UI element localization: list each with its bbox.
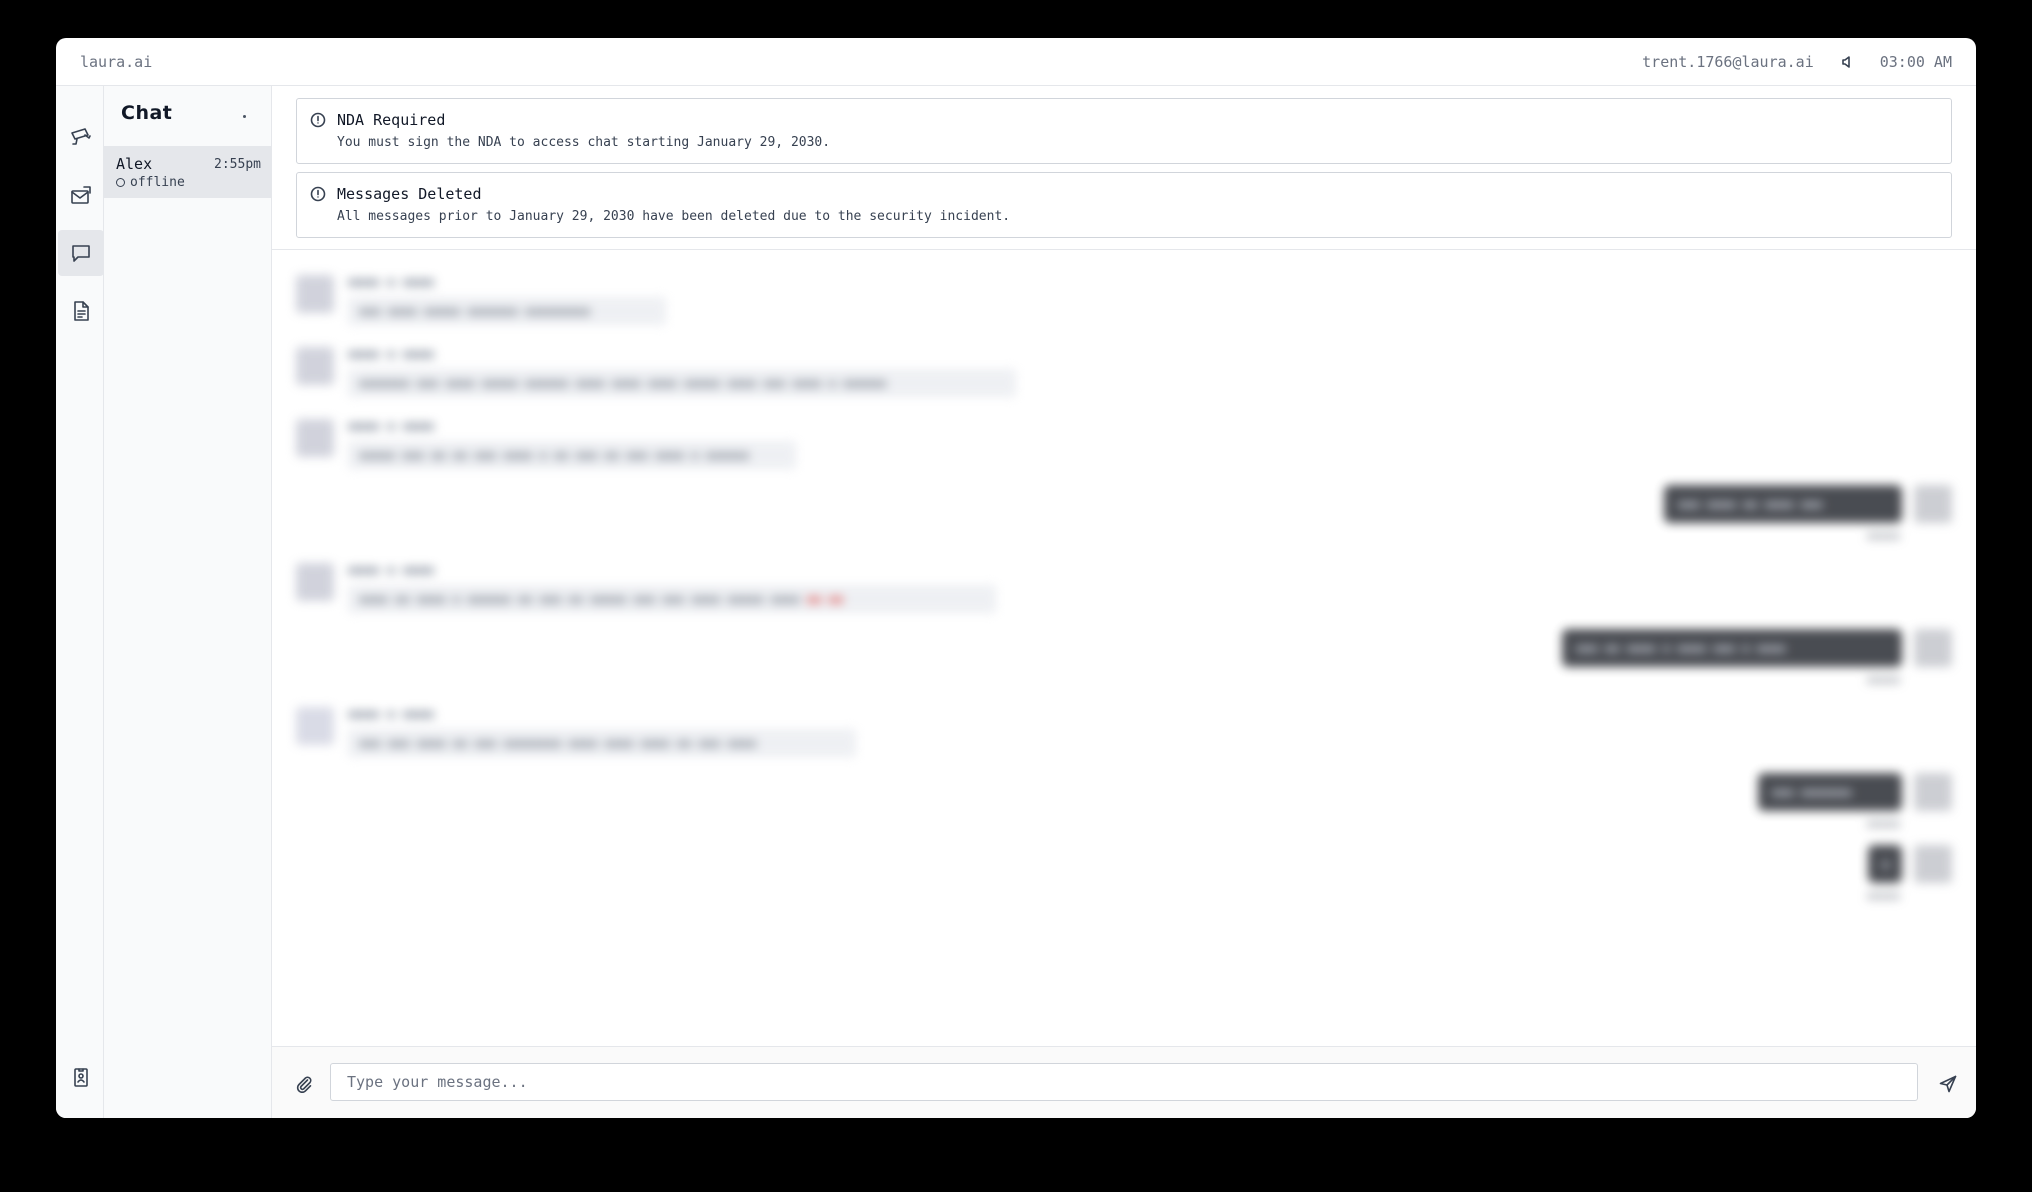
notice-nda: NDA Required You must sign the NDA to ac… xyxy=(296,98,1952,164)
contact-status-label: offline xyxy=(130,175,185,190)
message-outgoing: ■ ■■■■■ xyxy=(1832,845,1952,915)
badge-icon xyxy=(74,1068,88,1087)
avatar xyxy=(1914,845,1952,883)
contact-time: 2:55pm xyxy=(214,157,261,172)
avatar xyxy=(296,707,334,745)
avatar xyxy=(1914,773,1952,811)
paperclip-icon[interactable] xyxy=(294,1074,314,1094)
notices-area: NDA Required You must sign the NDA to ac… xyxy=(272,86,1976,250)
contact-item-alex[interactable]: Alex 2:55pm offline xyxy=(104,146,272,198)
message-incoming: ■■■■ ■ ■■■■ ■■■■ ■■ ■■■■ ■ ■■■■■■ ■■ ■■■… xyxy=(296,563,1036,623)
info-circle-icon xyxy=(310,186,326,202)
app-window: laura.ai trent.1766@laura.ai 03:00 AM Ch… xyxy=(56,38,1976,1118)
icon-rail xyxy=(56,86,104,1118)
chat-main: NDA Required You must sign the NDA to ac… xyxy=(272,86,1976,1118)
camera-icon xyxy=(71,128,91,145)
avatar xyxy=(296,347,334,385)
clock: 03:00 AM xyxy=(1879,52,1952,71)
mail-icon xyxy=(71,186,91,204)
rail-item-badge[interactable] xyxy=(58,1054,104,1100)
message-incoming: ■■■■ ■ ■■■■ ■■■■■■■ ■■■ ■■■■ ■■■■■ ■■■■■… xyxy=(296,347,1056,407)
message-incoming: ■■■■ ■ ■■■■ ■■■ ■■■■ ■■■■■ ■■■■■■■ ■■■■■… xyxy=(296,275,696,335)
send-icon[interactable] xyxy=(1938,1074,1958,1094)
message-list-blurred: ■■■■ ■ ■■■■ ■■■ ■■■■ ■■■■■ ■■■■■■■ ■■■■■… xyxy=(272,251,1976,1046)
contacts-menu-dot[interactable] xyxy=(243,115,246,118)
avatar xyxy=(1914,629,1952,667)
avatar xyxy=(1914,485,1952,523)
notice-body: All messages prior to January 29, 2030 h… xyxy=(337,209,1011,224)
status-ring-icon xyxy=(116,178,125,187)
user-email: trent.1766@laura.ai xyxy=(1642,52,1814,71)
top-bar: laura.ai trent.1766@laura.ai 03:00 AM xyxy=(56,38,1976,86)
contact-status: offline xyxy=(116,175,185,190)
message-composer xyxy=(272,1046,1976,1118)
info-circle-icon xyxy=(310,112,326,128)
brand-name: laura.ai xyxy=(80,52,153,71)
message-outgoing: ■■■ ■■■■■■■ ■■■■■ xyxy=(1712,773,1952,843)
rail-item-camera[interactable] xyxy=(58,114,104,160)
contacts-panel: Chat Alex 2:55pm offline xyxy=(104,86,272,1118)
notice-title: Messages Deleted xyxy=(337,185,482,203)
chat-icon xyxy=(72,245,90,262)
contacts-title: Chat xyxy=(121,102,173,124)
message-outgoing: ■■■ ■■■■ ■■ ■■■■ ■■■ ■■■■■ xyxy=(1632,485,1952,555)
rail-item-chat[interactable] xyxy=(58,230,104,276)
message-outgoing: ■■■ ■■ ■■■■ ■ ■■■■ ■■■ ■ ■■■■ ■■■■■ xyxy=(1532,629,1952,699)
avatar xyxy=(296,275,334,313)
notice-deleted: Messages Deleted All messages prior to J… xyxy=(296,172,1952,238)
message-incoming: ■■■■ ■ ■■■■ ■■■ ■■■ ■■■■ ■■ ■■■ ■■■■■■■■… xyxy=(296,707,916,767)
notice-title: NDA Required xyxy=(337,111,446,129)
message-input[interactable] xyxy=(330,1063,1918,1101)
rail-item-documents[interactable] xyxy=(58,288,104,334)
contact-name: Alex xyxy=(116,155,153,173)
message-incoming: ■■■■ ■ ■■■■ ■■■■■ ■■■ ■■ ■■ ■■■ ■■■■ ■ ■… xyxy=(296,419,856,479)
speaker-icon[interactable] xyxy=(1840,55,1854,69)
document-icon xyxy=(74,301,89,321)
top-bar-right: trent.1766@laura.ai 03:00 AM xyxy=(1642,53,1952,71)
notice-body: You must sign the NDA to access chat sta… xyxy=(337,135,831,150)
rail-item-mail[interactable] xyxy=(58,172,104,218)
avatar xyxy=(296,419,334,457)
avatar xyxy=(296,563,334,601)
